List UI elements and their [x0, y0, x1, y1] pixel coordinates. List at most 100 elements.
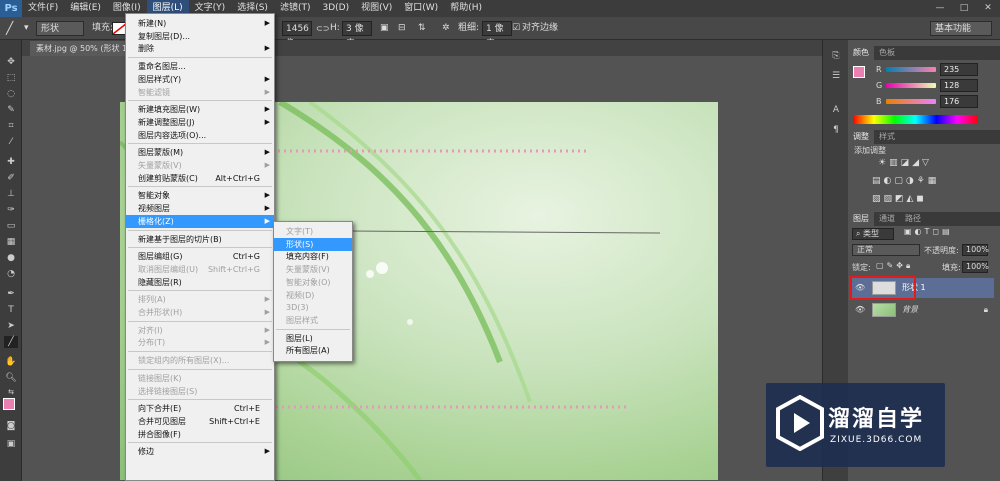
- settings-gear-icon[interactable]: ✲: [442, 21, 450, 36]
- path-arrangement-icon[interactable]: ⇅: [418, 21, 426, 36]
- quick-mask-icon[interactable]: ◙: [4, 420, 18, 432]
- menu-item[interactable]: 图层(L): [274, 332, 352, 345]
- zoom-tool-icon[interactable]: 🔍︎: [4, 372, 18, 384]
- healing-brush-tool-icon[interactable]: ✚: [4, 156, 18, 168]
- path-alignment-icon[interactable]: ⊟: [398, 21, 406, 36]
- weight-field[interactable]: 1 像素: [482, 21, 512, 49]
- properties-panel-icon[interactable]: ☰: [829, 70, 843, 82]
- g-slider[interactable]: [886, 83, 936, 88]
- tool-preset-dropdown[interactable]: ▾: [24, 21, 29, 36]
- tab-swatches[interactable]: 色板: [874, 46, 900, 60]
- menu-item[interactable]: 视图(V): [355, 0, 398, 17]
- b-slider[interactable]: [886, 99, 936, 104]
- b-value-field[interactable]: 176: [940, 95, 978, 108]
- quick-select-tool-icon[interactable]: ✎: [4, 104, 18, 116]
- pen-tool-icon[interactable]: ✒: [4, 288, 18, 300]
- character-panel-icon[interactable]: A: [829, 104, 843, 116]
- hand-tool-icon[interactable]: ✋: [4, 356, 18, 368]
- menu-item[interactable]: 图层编组(G) Ctrl+G: [126, 250, 274, 263]
- r-value-field[interactable]: 235: [940, 63, 978, 76]
- menu-item[interactable]: 矢量蒙版(V): [274, 263, 352, 276]
- foreground-color-swatch[interactable]: [3, 398, 15, 410]
- opacity-field[interactable]: 100%: [962, 244, 989, 256]
- clone-stamp-tool-icon[interactable]: ⊥: [4, 188, 18, 200]
- menu-item[interactable]: 新建调整图层(J) ▶: [126, 116, 274, 129]
- menu-item[interactable]: 所有图层(A): [274, 344, 352, 357]
- eraser-tool-icon[interactable]: ▭: [4, 220, 18, 232]
- color-panel-foreground-swatch[interactable]: [853, 66, 865, 78]
- blend-mode-select[interactable]: 正常: [852, 244, 920, 256]
- menu-item[interactable]: 拼合图像(F): [126, 428, 274, 441]
- menu-item[interactable]: 3D(3): [274, 301, 352, 314]
- swap-colors-icon[interactable]: ⇆: [4, 386, 18, 398]
- menu-item[interactable]: 图层样式: [274, 314, 352, 327]
- menu-item[interactable]: 新建基于图层的切片(B): [126, 233, 274, 246]
- menu-item[interactable]: 视频图层 ▶: [126, 202, 274, 215]
- visibility-eye-icon[interactable]: 👁︎: [855, 300, 865, 320]
- dodge-tool-icon[interactable]: ◔: [4, 268, 18, 280]
- menu-item[interactable]: 栅格化(Z) ▶: [126, 214, 274, 228]
- layer-kind-filter[interactable]: ⌕ 类型: [852, 228, 894, 240]
- gradient-tool-icon[interactable]: ▦: [4, 236, 18, 248]
- crop-tool-icon[interactable]: ⌗: [4, 120, 18, 132]
- tab-layers[interactable]: 图层: [848, 212, 874, 226]
- lasso-tool-icon[interactable]: ◌: [4, 88, 18, 100]
- menu-item[interactable]: 窗口(W): [398, 0, 444, 17]
- move-tool-icon[interactable]: ✥: [4, 56, 18, 68]
- menu-item[interactable]: 重命名图层...: [126, 60, 274, 73]
- menu-item[interactable]: 图层样式(Y) ▶: [126, 73, 274, 86]
- line-tool-icon[interactable]: ╱: [6, 21, 13, 36]
- screen-mode-icon[interactable]: ▣: [4, 438, 18, 450]
- layer-name[interactable]: 背景: [902, 300, 918, 320]
- menu-item[interactable]: 新建(N) ▶: [126, 17, 274, 30]
- menu-item[interactable]: 合并形状(H) ▶: [126, 306, 274, 319]
- layer-row-background[interactable]: 👁︎ 背景 🔒︎: [852, 300, 994, 320]
- tab-channels[interactable]: 通道: [874, 212, 900, 226]
- g-value-field[interactable]: 128: [940, 79, 978, 92]
- lock-icons[interactable]: ▢✎✥🔒︎: [876, 261, 913, 271]
- width-field[interactable]: 1456 像: [282, 21, 312, 49]
- menu-item[interactable]: 创建剪贴蒙版(C) Alt+Ctrl+G: [126, 172, 274, 185]
- menu-item[interactable]: 隐藏图层(R): [126, 276, 274, 289]
- menu-item[interactable]: 矢量蒙版(V) ▶: [126, 159, 274, 172]
- blur-tool-icon[interactable]: ●: [4, 252, 18, 264]
- layer-filter-icons[interactable]: ▣◐T◻▤: [904, 227, 953, 236]
- menu-item[interactable]: 图层蒙版(M) ▶: [126, 146, 274, 159]
- tool-mode-select[interactable]: 形状: [36, 21, 84, 36]
- type-tool-icon[interactable]: T: [4, 304, 18, 316]
- menu-item[interactable]: 帮助(H): [444, 0, 488, 17]
- paragraph-panel-icon[interactable]: ¶: [829, 124, 843, 136]
- adjustment-icons-row-1[interactable]: ☀▥◪◢▽: [878, 158, 932, 168]
- menu-item[interactable]: 分布(T) ▶: [126, 336, 274, 349]
- menu-item[interactable]: 3D(D): [316, 0, 355, 17]
- path-select-tool-icon[interactable]: ➤: [4, 320, 18, 332]
- workspace-select[interactable]: 基本功能: [930, 21, 992, 36]
- menu-item[interactable]: 锁定组内的所有图层(X)...: [126, 354, 274, 367]
- menu-item[interactable]: 形状(S): [274, 237, 352, 251]
- maximize-button[interactable]: □: [952, 0, 976, 17]
- tab-paths[interactable]: 路径: [900, 212, 926, 226]
- tab-styles[interactable]: 样式: [874, 130, 900, 144]
- line-tool-active-icon[interactable]: ╱: [4, 336, 18, 348]
- marquee-tool-icon[interactable]: ⬚: [4, 72, 18, 84]
- menu-item[interactable]: 智能对象(O): [274, 276, 352, 289]
- menu-item[interactable]: 智能对象 ▶: [126, 189, 274, 202]
- menu-item[interactable]: 对齐(I) ▶: [126, 324, 274, 337]
- menu-item[interactable]: 智能滤镜 ▶: [126, 86, 274, 99]
- menu-item[interactable]: 新建填充图层(W) ▶: [126, 103, 274, 116]
- brush-tool-icon[interactable]: ✐: [4, 172, 18, 184]
- menu-item[interactable]: 链接图层(K): [126, 372, 274, 385]
- history-brush-tool-icon[interactable]: ✑: [4, 204, 18, 216]
- tab-color[interactable]: 颜色: [848, 46, 874, 60]
- link-icon[interactable]: ⊂⊃: [316, 21, 329, 36]
- r-slider[interactable]: [886, 67, 936, 72]
- align-edges-checkbox[interactable]: ☑: [512, 21, 520, 36]
- tab-adjustments[interactable]: 调整: [848, 130, 874, 144]
- minimize-button[interactable]: —: [928, 0, 952, 17]
- adjustment-icons-row-2[interactable]: ▤◐▢◑⚘▦: [872, 176, 939, 186]
- color-spectrum-bar[interactable]: [853, 115, 978, 124]
- fill-field[interactable]: 100%: [962, 261, 989, 273]
- adjustment-icons-row-3[interactable]: ▧▨◩◭◼: [872, 194, 927, 204]
- menu-item[interactable]: 文字(T): [274, 225, 352, 238]
- menu-item[interactable]: 取消图层编组(U) Shift+Ctrl+G: [126, 263, 274, 276]
